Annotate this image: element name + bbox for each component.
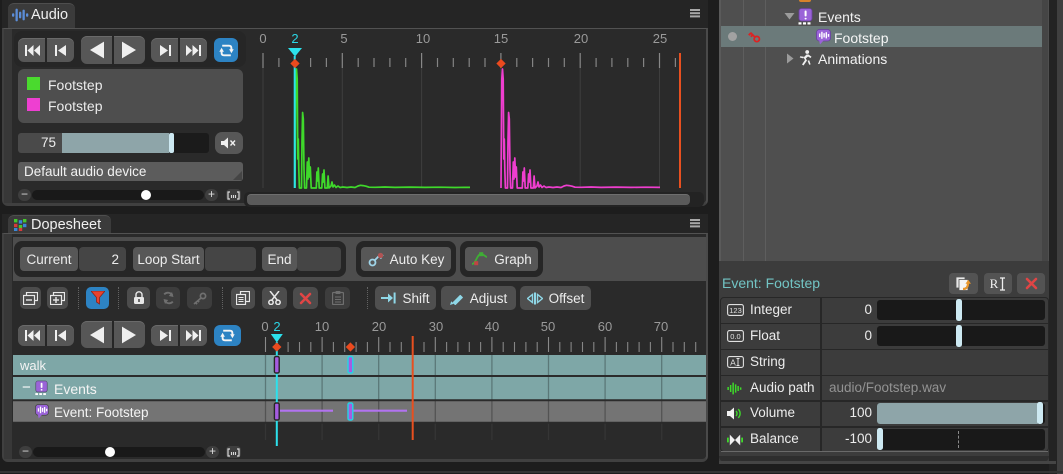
svg-text:0.0: 0.0 — [730, 332, 740, 341]
svg-text:A: A — [730, 357, 736, 367]
svg-text:123: 123 — [729, 306, 742, 315]
